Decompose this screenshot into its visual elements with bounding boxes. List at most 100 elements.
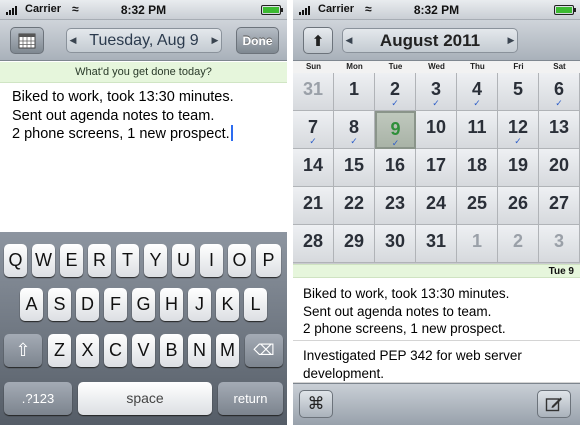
numbers-key[interactable]: .?123 xyxy=(4,382,72,415)
delete-key[interactable]: ⌫ xyxy=(245,334,283,367)
calendar-day[interactable]: 2 xyxy=(498,225,539,263)
calendar-day[interactable]: 15 xyxy=(334,149,375,187)
calendar-day[interactable]: 7 ✓ xyxy=(293,111,334,149)
calendar-day[interactable]: 2 ✓ xyxy=(375,73,416,111)
calendar-day[interactable]: 12 ✓ xyxy=(498,111,539,149)
bottom-toolbar: ⌘ xyxy=(293,383,580,425)
calendar-day[interactable]: 29 xyxy=(334,225,375,263)
nav-bar: ⬆ ◀ August 2011 ▶ xyxy=(293,20,580,61)
key-i[interactable]: I xyxy=(200,244,223,277)
key-e[interactable]: E xyxy=(60,244,83,277)
calendar-day[interactable]: 22 xyxy=(334,187,375,225)
weekday-label: Fri xyxy=(513,62,524,71)
key-t[interactable]: T xyxy=(116,244,139,277)
delete-icon: ⌫ xyxy=(253,342,275,359)
calendar-day[interactable]: 23 xyxy=(375,187,416,225)
calendar-day-number: 22 xyxy=(343,193,365,213)
key-p[interactable]: P xyxy=(256,244,281,277)
calendar-day[interactable]: 13 xyxy=(539,111,580,149)
calendar-day[interactable]: 20 xyxy=(539,149,580,187)
calendar-button[interactable] xyxy=(10,27,44,54)
calendar-day[interactable]: 6 ✓ xyxy=(539,73,580,111)
key-y[interactable]: Y xyxy=(144,244,167,277)
calendar-day[interactable]: 8 ✓ xyxy=(334,111,375,149)
key-n[interactable]: N xyxy=(188,334,211,367)
key-z[interactable]: Z xyxy=(48,334,71,367)
calendar-day[interactable]: 25 xyxy=(457,187,498,225)
calendar-day-today[interactable]: 9 ✓ xyxy=(375,111,416,149)
command-button[interactable]: ⌘ xyxy=(299,390,333,418)
key-m[interactable]: M xyxy=(216,334,239,367)
calendar-day[interactable]: 21 xyxy=(293,187,334,225)
key-r[interactable]: R xyxy=(88,244,111,277)
journal-entry[interactable]: Biked to work, took 13:30 minutes. Sent … xyxy=(293,279,580,341)
space-key[interactable]: space xyxy=(78,382,212,415)
calendar-day[interactable]: 24 xyxy=(416,187,457,225)
up-button[interactable]: ⬆ xyxy=(303,27,333,54)
key-h[interactable]: H xyxy=(160,288,183,321)
key-g[interactable]: G xyxy=(132,288,155,321)
calendar-day-number: 24 xyxy=(425,193,447,213)
calendar-day-number: 20 xyxy=(548,155,570,175)
chevron-right-icon[interactable]: ▶ xyxy=(505,35,517,46)
calendar-day[interactable]: 18 xyxy=(457,149,498,187)
calendar-day[interactable]: 4 ✓ xyxy=(457,73,498,111)
calendar-day[interactable]: 17 xyxy=(416,149,457,187)
checkmark-icon: ✓ xyxy=(391,138,400,148)
calendar-day-number: 15 xyxy=(343,155,365,175)
calendar-day-number: 19 xyxy=(507,155,529,175)
chevron-left-icon[interactable]: ◀ xyxy=(343,35,355,46)
calendar-day[interactable]: 30 xyxy=(375,225,416,263)
key-j[interactable]: J xyxy=(188,288,211,321)
entry-line: 2 phone screens, 1 new prospect. xyxy=(303,321,506,336)
done-button[interactable]: Done xyxy=(236,27,279,54)
compose-button[interactable] xyxy=(537,390,571,418)
calendar-day-number: 3 xyxy=(553,231,564,251)
chevron-right-icon[interactable]: ▶ xyxy=(209,35,221,46)
calendar-day-number: 23 xyxy=(384,193,406,213)
calendar-day[interactable]: 3 ✓ xyxy=(416,73,457,111)
date-title[interactable]: Tuesday, Aug 9 xyxy=(79,32,209,50)
return-key[interactable]: return xyxy=(218,382,283,415)
weekday-label: Tue xyxy=(388,62,403,71)
calendar-day[interactable]: 31 xyxy=(416,225,457,263)
journal-entry[interactable]: Investigated PEP 342 for web server deve… xyxy=(293,341,580,383)
key-w[interactable]: W xyxy=(32,244,55,277)
checkmark-icon: ✓ xyxy=(309,136,317,146)
selected-day-bar: Tue 9 xyxy=(293,264,580,278)
key-s[interactable]: S xyxy=(48,288,71,321)
key-c[interactable]: C xyxy=(104,334,127,367)
key-v[interactable]: V xyxy=(132,334,155,367)
calendar-day[interactable]: 1 xyxy=(334,73,375,111)
key-b[interactable]: B xyxy=(160,334,183,367)
calendar-day[interactable]: 5 xyxy=(498,73,539,111)
calendar-day[interactable]: 16 xyxy=(375,149,416,187)
calendar-day[interactable]: 14 xyxy=(293,149,334,187)
key-l[interactable]: L xyxy=(244,288,267,321)
calendar-day[interactable]: 3 xyxy=(539,225,580,263)
calendar-day[interactable]: 1 xyxy=(457,225,498,263)
calendar-day[interactable]: 31 xyxy=(293,73,334,111)
calendar-day-number: 9 xyxy=(390,119,401,139)
calendar-day[interactable]: 27 xyxy=(539,187,580,225)
calendar-day[interactable]: 26 xyxy=(498,187,539,225)
calendar-day[interactable]: 11 xyxy=(457,111,498,149)
key-d[interactable]: D xyxy=(76,288,99,321)
status-bar: Carrier ≈ 8:32 PM xyxy=(0,0,287,20)
key-q[interactable]: Q xyxy=(4,244,27,277)
key-f[interactable]: F xyxy=(104,288,127,321)
key-x[interactable]: X xyxy=(76,334,99,367)
chevron-left-icon[interactable]: ◀ xyxy=(67,35,79,46)
key-o[interactable]: O xyxy=(228,244,251,277)
notes-textarea[interactable]: Biked to work, took 13:30 minutes. Sent … xyxy=(12,88,282,144)
calendar-day-number: 10 xyxy=(425,117,447,137)
calendar-day[interactable]: 10 xyxy=(416,111,457,149)
month-title[interactable]: August 2011 xyxy=(355,31,505,51)
key-k[interactable]: K xyxy=(216,288,239,321)
calendar-day[interactable]: 28 xyxy=(293,225,334,263)
calendar-day[interactable]: 19 xyxy=(498,149,539,187)
key-u[interactable]: U xyxy=(172,244,195,277)
key-a[interactable]: A xyxy=(20,288,43,321)
shift-key[interactable]: ⇧ xyxy=(4,334,42,367)
calendar-day-number: 8 xyxy=(348,117,359,137)
